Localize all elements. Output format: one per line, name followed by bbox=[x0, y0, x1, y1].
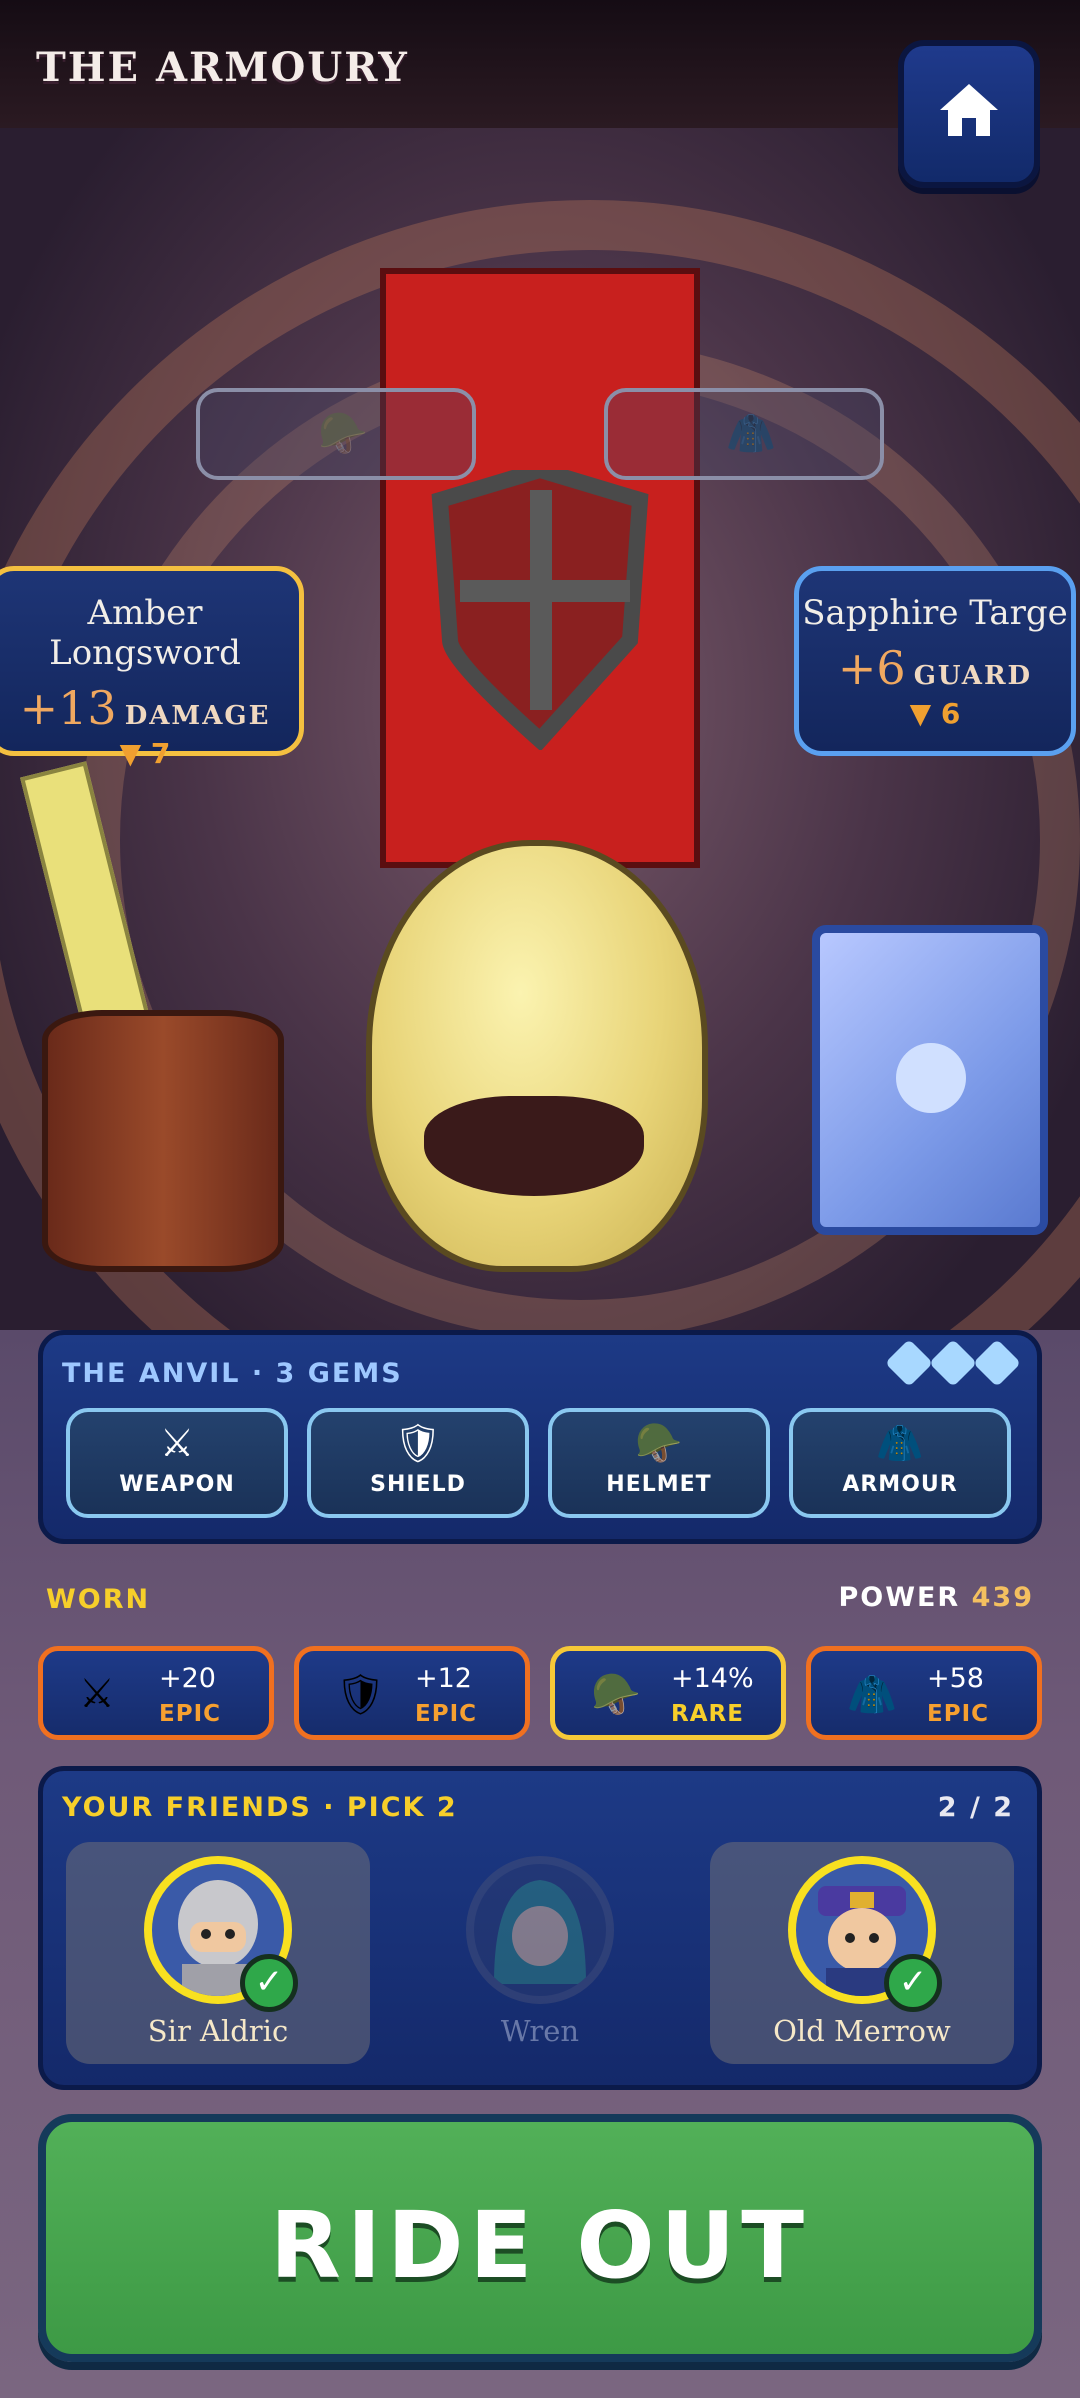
swords-icon: ⚔ bbox=[159, 1421, 195, 1465]
power-label: POWER bbox=[838, 1582, 961, 1613]
shield-guard-value: +6 bbox=[837, 641, 906, 695]
worn-bonus: +20 bbox=[159, 1663, 216, 1694]
armour-icon: 🧥 bbox=[876, 1421, 924, 1465]
anvil-armour-button[interactable]: 🧥 ARMOUR bbox=[789, 1408, 1011, 1518]
worn-weapon[interactable]: ⚔ +20 EPIC bbox=[38, 1646, 274, 1740]
worn-label: WORN bbox=[46, 1584, 151, 1615]
shield-name: Sapphire Targe bbox=[802, 593, 1068, 633]
helmet-icon: 🪖 bbox=[318, 411, 368, 457]
weapon-name: Amber Longsword bbox=[49, 593, 241, 673]
worn-bonus: +14% bbox=[671, 1663, 754, 1694]
empty-armour-slot[interactable]: 🧥 bbox=[604, 388, 884, 480]
selected-check-icon: ✓ bbox=[240, 1954, 298, 2012]
hero-helmet bbox=[366, 840, 708, 1272]
shield-icon: 🛡 bbox=[393, 1421, 443, 1465]
friend-name: Wren bbox=[500, 2014, 580, 2048]
selected-check-icon: ✓ bbox=[884, 1954, 942, 2012]
shield-guard-unit: GUARD bbox=[913, 661, 1033, 691]
shield-boss bbox=[896, 1043, 966, 1113]
hooded-portrait bbox=[494, 1880, 586, 1984]
armour-icon: 🧥 bbox=[726, 411, 776, 457]
helmet-visor bbox=[424, 1096, 644, 1196]
shield-stat-card[interactable]: Sapphire Targe +6 GUARD ▼ 6 bbox=[794, 566, 1076, 756]
helmet-icon: 🪖 bbox=[635, 1421, 683, 1465]
anvil-weapon-button[interactable]: ⚔ WEAPON bbox=[66, 1408, 288, 1518]
armoury-scene: 🪖 🧥 Amber Longsword +13 DAMAGE ▼ 7 Sapphi… bbox=[0, 0, 1080, 1330]
weapon-delta: ▼ 7 bbox=[119, 737, 171, 770]
rarity-badge: EPIC bbox=[159, 1701, 222, 1727]
shield-icon: 🛡 bbox=[335, 1672, 386, 1718]
power-value: 439 bbox=[971, 1582, 1034, 1613]
avatar bbox=[466, 1856, 614, 2004]
friend-card-old-merrow[interactable]: ✓ Old Merrow bbox=[710, 1842, 1014, 2064]
anvil-helmet-button[interactable]: 🪖 HELMET bbox=[548, 1408, 770, 1518]
anvil-title: THE ANVIL · 3 GEMS bbox=[62, 1358, 403, 1389]
weapon-damage-value: +13 bbox=[19, 681, 117, 735]
friend-card-wren[interactable]: Wren bbox=[388, 1842, 692, 2064]
home-icon bbox=[940, 84, 998, 136]
power-readout: POWER 439 bbox=[838, 1582, 1034, 1613]
worn-shield[interactable]: 🛡 +12 EPIC bbox=[294, 1646, 530, 1740]
anvil-shield-label: SHIELD bbox=[370, 1472, 466, 1497]
home-button[interactable] bbox=[898, 40, 1040, 188]
worn-bonus: +12 bbox=[415, 1663, 472, 1694]
rarity-badge: EPIC bbox=[927, 1701, 990, 1727]
friend-name: Sir Aldric bbox=[147, 2014, 289, 2048]
sapphire-targe-prop bbox=[812, 925, 1048, 1235]
shield-delta: ▼ 6 bbox=[909, 697, 961, 730]
anvil-helmet-label: HELMET bbox=[606, 1472, 712, 1497]
worn-helmet[interactable]: 🪖 +14% RARE bbox=[550, 1646, 786, 1740]
swords-icon: ⚔ bbox=[79, 1671, 115, 1717]
anvil-weapon-label: WEAPON bbox=[119, 1472, 235, 1497]
weapon-damage-unit: DAMAGE bbox=[124, 701, 271, 731]
worn-armour[interactable]: 🧥 +58 EPIC bbox=[806, 1646, 1042, 1740]
armour-icon: 🧥 bbox=[847, 1672, 897, 1718]
barrel-prop bbox=[42, 1010, 284, 1272]
rarity-badge: EPIC bbox=[415, 1701, 478, 1727]
worn-bonus: +58 bbox=[927, 1663, 984, 1694]
ride-out-button[interactable]: RIDE OUT bbox=[38, 2114, 1042, 2362]
anvil-shield-button[interactable]: 🛡 SHIELD bbox=[307, 1408, 529, 1518]
friend-name: Old Merrow bbox=[773, 2014, 951, 2048]
friend-card-sir-aldric[interactable]: ✓ Sir Aldric bbox=[66, 1842, 370, 2064]
rarity-badge: RARE bbox=[671, 1701, 744, 1727]
anvil-armour-label: ARMOUR bbox=[842, 1472, 958, 1497]
weapon-stat-card[interactable]: Amber Longsword +13 DAMAGE ▼ 7 bbox=[0, 566, 304, 770]
friends-title: YOUR FRIENDS · PICK 2 bbox=[62, 1792, 458, 1823]
crest-shield bbox=[431, 470, 649, 750]
page-title: THE ARMOURY bbox=[36, 44, 409, 91]
friends-count: 2 / 2 bbox=[937, 1792, 1014, 1823]
helmet-icon: 🪖 bbox=[591, 1672, 641, 1718]
ride-out-label: RIDE OUT bbox=[270, 2192, 810, 2299]
empty-helmet-slot[interactable]: 🪖 bbox=[196, 388, 476, 480]
